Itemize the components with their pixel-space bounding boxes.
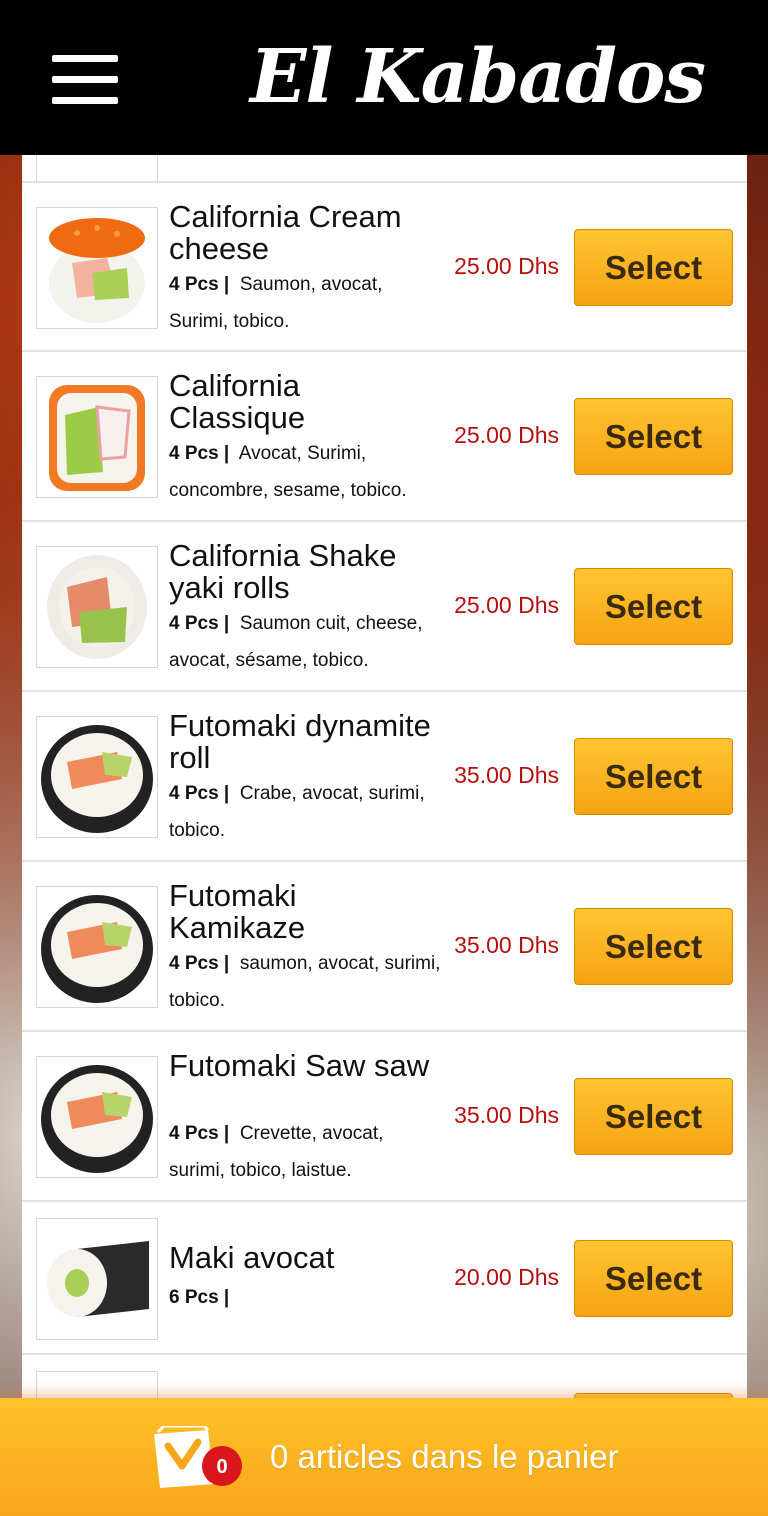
select-button[interactable]: Select	[574, 1240, 733, 1317]
product-quantity: 4 Pcs |	[169, 613, 230, 634]
product-price: 25.00 Dhs	[454, 422, 559, 448]
list-item: Futomaki Kamikaze 4 Pcs | saumon, avocat…	[22, 860, 747, 1032]
product-quantity: 4 Pcs |	[169, 443, 230, 464]
california-roll-tobiko-image	[36, 207, 158, 329]
product-name: Futomaki Kamikaze	[169, 878, 306, 945]
cart-bag-icon[interactable]: 0	[150, 1424, 242, 1492]
product-name: Futomaki Saw saw	[169, 1048, 430, 1083]
product-description: 4 Pcs | saumon, avocat, surimi, tobico.	[169, 945, 444, 1019]
futomaki-image	[36, 716, 158, 838]
product-price: 25.00 Dhs	[454, 592, 559, 618]
product-name: Maki avocat	[169, 1240, 335, 1275]
select-button[interactable]: Select	[574, 229, 733, 306]
product-description: 6 Pcs |	[169, 1279, 444, 1316]
futomaki-image	[36, 886, 158, 1008]
select-button[interactable]: Select	[574, 1078, 733, 1155]
product-quantity: 4 Pcs |	[169, 274, 230, 295]
product-quantity: 6 Pcs |	[169, 1287, 230, 1308]
product-price: 20.00 Dhs	[454, 1264, 559, 1290]
brand-logo: El Kabados	[250, 34, 706, 120]
product-quantity: 4 Pcs |	[169, 783, 230, 804]
product-name: California Cream cheese	[169, 199, 402, 266]
list-item: Futomaki Saw saw 4 Pcs | Crevette, avoca…	[22, 1030, 747, 1202]
cart-summary-label[interactable]: 0 articles dans le panier	[270, 1434, 619, 1480]
list-item: California Shake yaki rolls 4 Pcs | Saum…	[22, 520, 747, 692]
list-item: Futomaki dynamite roll 4 Pcs | Crabe, av…	[22, 690, 747, 862]
product-price: 35.00 Dhs	[454, 1102, 559, 1128]
hamburger-menu-icon[interactable]	[52, 55, 118, 105]
california-roll-rice-image	[36, 546, 158, 668]
product-list: cheese. California Cream cheese 4 Pcs | …	[22, 0, 747, 1516]
app-header: El Kabados	[0, 0, 768, 155]
cart-count-badge: 0	[216, 1456, 227, 1478]
select-button[interactable]: Select	[574, 908, 733, 985]
product-description: 4 Pcs | Avocat, Surimi, concombre, sesam…	[169, 435, 444, 509]
select-button[interactable]: Select	[574, 738, 733, 815]
list-item: California Cream cheese 4 Pcs | Saumon, …	[22, 181, 747, 352]
product-description: 4 Pcs | Saumon cuit, cheese, avocat, sés…	[169, 605, 444, 679]
product-description: 4 Pcs | Saumon, avocat, Surimi, tobico.	[169, 266, 444, 340]
product-name: California Classique	[169, 368, 306, 435]
list-item: Maki avocat 6 Pcs | 20.00 Dhs Select	[22, 1200, 747, 1355]
cart-bar[interactable]: 0 0 articles dans le panier	[0, 1398, 768, 1516]
product-description: 4 Pcs | Crevette, avocat, surimi, tobico…	[169, 1115, 444, 1189]
select-button[interactable]: Select	[574, 398, 733, 475]
product-price: 25.00 Dhs	[454, 253, 559, 279]
maki-avocat-image	[36, 1218, 158, 1340]
product-quantity: 4 Pcs |	[169, 953, 230, 974]
futomaki-image	[36, 1056, 158, 1178]
california-roll-classic-image	[36, 376, 158, 498]
product-price: 35.00 Dhs	[454, 762, 559, 788]
product-name: California Shake yaki rolls	[169, 538, 397, 605]
product-quantity: 4 Pcs |	[169, 1123, 230, 1144]
select-button[interactable]: Select	[574, 568, 733, 645]
product-description: 4 Pcs | Crabe, avocat, surimi, tobico.	[169, 775, 444, 849]
product-name: Futomaki dynamite roll	[169, 708, 431, 775]
list-item: California Classique 4 Pcs | Avocat, Sur…	[22, 350, 747, 522]
product-price: 35.00 Dhs	[454, 932, 559, 958]
